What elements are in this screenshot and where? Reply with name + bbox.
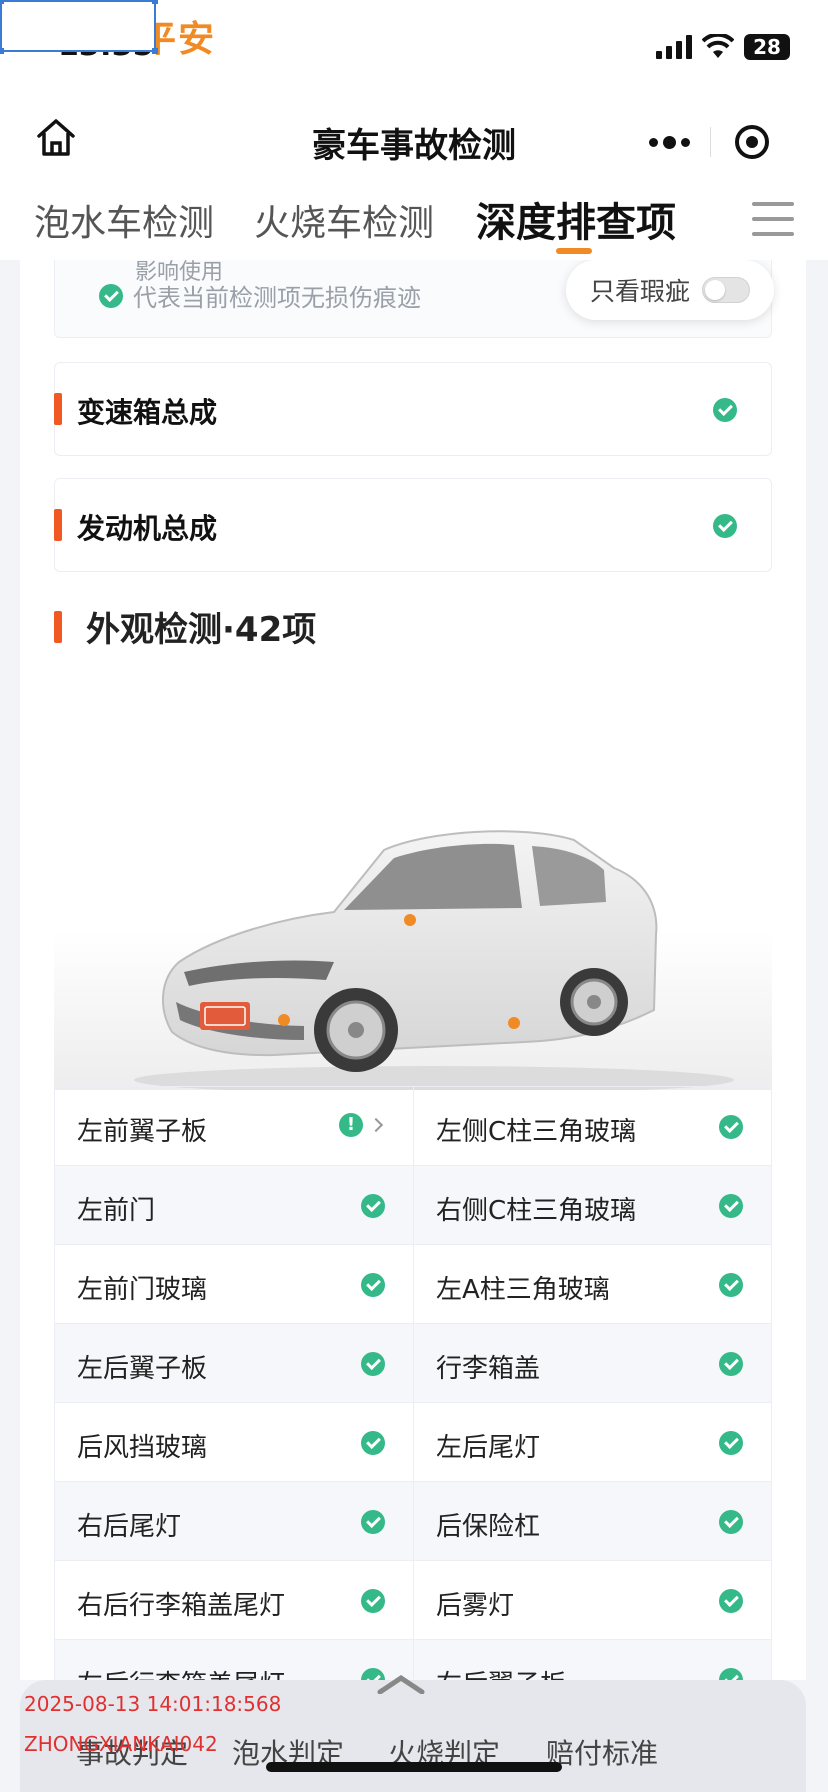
grid-cell[interactable]: 左侧C柱三角玻璃 [413,1087,772,1166]
check-icon [719,1510,743,1534]
car-illustration [54,830,772,1094]
item-label: 左后尾灯 [436,1433,541,1463]
item-label: 左侧C柱三角玻璃 [436,1117,637,1147]
check-icon [719,1194,743,1218]
item-label: 左前门玻璃 [77,1275,208,1305]
item-label: 左前翼子板 [77,1117,208,1147]
check-icon [719,1273,743,1297]
check-icon [713,398,737,422]
check-icon [719,1668,743,1680]
category-tabs: 泡水车检测 火烧车检测 深度排查项 [0,188,828,260]
grid-cell[interactable]: 后风挡玻璃 [54,1403,413,1482]
section-marker [54,610,62,643]
check-icon [361,1194,385,1218]
table-row: 左前翼子板! 左侧C柱三角玻璃 [54,1087,772,1166]
table-row: 左后翼子板 行李箱盖 [54,1324,772,1403]
chevron-up-icon[interactable] [376,1674,426,1694]
table-row: 左前门玻璃 左A柱三角玻璃 [54,1245,772,1324]
item-label: 后保险杠 [436,1512,541,1542]
table-row: 右后尾灯 后保险杠 [54,1482,772,1561]
grid-cell[interactable]: 左前门玻璃 [54,1245,413,1324]
section-marker [54,393,62,425]
wifi-icon [702,34,734,58]
grid-cell[interactable]: 左后行李箱盖尾灯 [54,1640,413,1680]
more-icon[interactable] [628,112,710,172]
active-tab-indicator [556,248,592,254]
section-marker [54,509,62,541]
item-label: 行李箱盖 [436,1354,541,1384]
table-row: 左前门 右侧C柱三角玻璃 [54,1166,772,1245]
grid-cell[interactable]: 右后行李箱盖尾灯 [54,1561,413,1640]
check-icon [361,1352,385,1376]
check-icon [719,1431,743,1455]
watermark-timestamp: 2025-08-13 14:01:18:568 [24,1692,282,1716]
grid-cell[interactable]: 左A柱三角玻璃 [413,1245,772,1324]
check-icon [719,1115,743,1139]
grid-cell[interactable]: 行李箱盖 [413,1324,772,1403]
grid-cell[interactable]: 后保险杠 [413,1482,772,1561]
check-icon [361,1589,385,1613]
table-row: 后风挡玻璃 左后尾灯 [54,1403,772,1482]
grid-cell[interactable]: 左后翼子板 [54,1324,413,1403]
exterior-items-grid: 左前翼子板! 左侧C柱三角玻璃左前门 右侧C柱三角玻璃左前门玻璃 左A柱三角玻璃左后翼… [54,1086,772,1680]
mini-program-capsule [628,112,794,172]
check-icon [719,1352,743,1376]
selection-box [0,0,158,54]
table-row: 右后行李箱盖尾灯 后雾灯 [54,1561,772,1640]
check-icon [713,514,737,538]
check-icon [361,1273,385,1297]
defects-only-label: 只看瑕疵 [590,277,691,306]
item-label: 右后尾灯 [77,1512,182,1542]
battery-icon: 28 [744,34,790,60]
report-content: 影响使用 代表当前检测项无损伤痕迹 只看瑕疵 变速箱总成 发动机总成 外观检测·… [20,260,806,1680]
grid-cell[interactable]: 后雾灯 [413,1561,772,1640]
item-label: 后雾灯 [436,1591,515,1621]
bottom-nav-compensation[interactable]: 赔付标准 [546,1732,658,1772]
check-icon [99,283,123,308]
tab-fire-check[interactable]: 火烧车检测 [254,194,434,246]
section-engine[interactable]: 发动机总成 [54,478,772,572]
grid-cell[interactable]: 左前翼子板! [54,1087,413,1166]
grid-cell[interactable]: 右侧C柱三角玻璃 [413,1166,772,1245]
exterior-heading: 外观检测·42项 [54,602,316,651]
watermark-id: ZHONGXIANKAI042 [24,1732,218,1756]
grid-cell[interactable]: 左前门 [54,1166,413,1245]
tab-flood-check[interactable]: 泡水车检测 [34,194,214,246]
grid-cell[interactable]: 左后尾灯 [413,1403,772,1482]
warning-indicator[interactable]: ! [339,1113,384,1137]
check-icon [361,1510,385,1534]
item-label: 右后翼子板 [436,1664,566,1680]
legend-no-damage-text: 代表当前检测项无损伤痕迹 [133,284,421,312]
chevron-right-icon [368,1117,384,1133]
grid-cell[interactable]: 右后翼子板 [413,1640,772,1680]
section-title: 变速箱总成 [77,396,218,429]
warning-icon: ! [339,1113,363,1137]
item-label: 左后翼子板 [77,1354,208,1384]
section-gearbox[interactable]: 变速箱总成 [54,362,772,456]
item-label: 右侧C柱三角玻璃 [436,1196,637,1226]
status-bar: 13:35 平安 28 [0,0,828,96]
car-diagram[interactable] [54,680,772,1094]
exterior-title: 外观检测·42项 [86,610,317,650]
section-title: 发动机总成 [77,512,218,545]
defects-only-toggle[interactable]: 只看瑕疵 [566,260,774,320]
item-label: 右后行李箱盖尾灯 [77,1591,286,1621]
item-label: 后风挡玻璃 [77,1433,208,1463]
toggle-switch[interactable] [702,277,751,303]
menu-icon[interactable] [752,202,794,236]
item-label: 左A柱三角玻璃 [436,1275,610,1305]
cellular-signal-icon [656,35,692,59]
check-icon [719,1589,743,1613]
nav-bar: 豪车事故检测 [0,96,828,188]
grid-cell[interactable]: 右后尾灯 [54,1482,413,1561]
item-label: 左后行李箱盖尾灯 [77,1664,285,1680]
close-mini-program-icon[interactable] [711,112,793,172]
check-icon [361,1431,385,1455]
tab-deep-check[interactable]: 深度排查项 [476,190,676,248]
legend-no-damage: 代表当前检测项无损伤痕迹 [99,278,421,313]
home-indicator [266,1762,562,1772]
item-label: 左前门 [77,1196,156,1226]
